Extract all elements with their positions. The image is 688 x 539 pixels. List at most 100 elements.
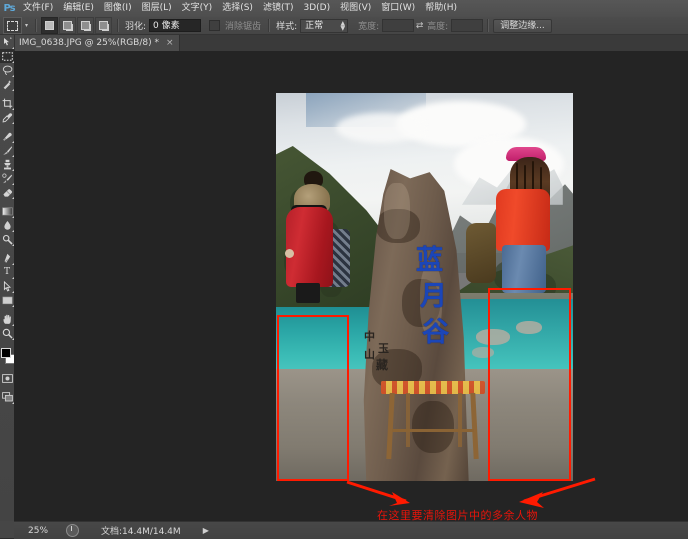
feather-input[interactable]: 0 像素 [149,19,202,32]
menu-item-file[interactable]: 文件(F) [18,0,58,17]
style-label: 样式: [276,22,298,32]
history-brush-tool[interactable] [0,171,14,185]
left-person-box [277,315,349,481]
spot-healing-brush-tool[interactable] [0,129,14,143]
stone-texture-4 [412,401,454,453]
monument-sub-glyph-2: 玉 [378,342,389,355]
style-select-value: 正常 [305,20,324,31]
cloud-3 [336,113,426,143]
crop-tool[interactable] [0,96,14,110]
monument-sub-glyph-3: 山 [364,348,375,361]
move-tool[interactable] [0,35,14,49]
selection-mode-group [41,17,113,34]
person-left [284,171,350,303]
path-selection-tool[interactable] [0,279,14,293]
subtract-from-selection-button[interactable] [77,17,94,34]
style-select[interactable]: 正常 ▲ ▼ [300,18,349,33]
document-tab-title: IMG_0638.JPG @ 25%(RGB/8) * [19,38,159,48]
options-divider [35,19,37,32]
antialias-checkbox[interactable] [209,20,221,31]
rectangular-marquee-tool[interactable] [0,49,14,63]
eyedropper-tool[interactable] [0,110,14,124]
type-tool-glyph: T [3,267,10,277]
menu-item-filter[interactable]: 滤镜(T) [258,0,299,17]
lasso-tool[interactable] [0,63,14,77]
feather-label: 羽化: [125,22,147,32]
menu-item-window[interactable]: 窗口(W) [376,0,420,17]
tool-options-bar: ▾ 羽化: 0 像素 消除锯齿 样式: 正常 ▲ ▼ 宽度: ⇄ 高度: 调整边缘… [0,17,688,35]
intersect-selection-button[interactable] [95,17,112,34]
menu-item-layer[interactable]: 图层(L) [137,0,177,17]
document-tab-strip: IMG_0638.JPG @ 25%(RGB/8) * × [14,35,688,52]
close-icon[interactable]: × [166,38,174,48]
menu-bar: Ps 文件(F) 编辑(E) 图像(I) 图层(L) 文字(Y) 选择(S) 滤… [0,0,688,18]
dog [466,223,496,283]
person-right-red-jacket [496,189,550,251]
active-tool-icon[interactable] [3,17,22,34]
brush-tool[interactable] [0,143,14,157]
menu-item-3d[interactable]: 3D(D) [298,0,335,17]
zoom-level-field[interactable]: 25% [28,526,58,536]
table-leg-4 [458,393,462,447]
quick-mask-toggle[interactable] [0,371,14,385]
quick-selection-tool[interactable] [0,77,14,91]
width-input[interactable] [382,19,415,32]
table-leg-3 [406,393,410,447]
blur-tool[interactable] [0,218,14,232]
menu-item-select[interactable]: 选择(S) [217,0,258,17]
dodge-tool[interactable] [0,232,14,246]
annotation-caption: 在这里要清除图片中的多余人物 [377,509,538,521]
chevron-updown-icon: ▲ ▼ [340,19,346,32]
tool-preset-chevron-down-icon[interactable]: ▾ [22,18,31,33]
zoom-tool[interactable] [0,326,14,340]
eraser-tool[interactable] [0,185,14,199]
right-person-box [488,288,571,481]
hand-tool[interactable] [0,312,14,326]
options-divider-4 [487,19,490,32]
person-right [466,145,556,293]
document-tab[interactable]: IMG_0638.JPG @ 25%(RGB/8) * × [14,35,180,51]
menu-item-help[interactable]: 帮助(H) [420,0,462,17]
document-size-label: 文档:14.4M/14.4M [101,527,181,537]
stone-highlight-1 [384,183,410,239]
status-expand-arrow-icon[interactable]: ▶ [203,526,209,535]
swap-dimensions-icon[interactable]: ⇄ [414,19,425,32]
menu-item-type[interactable]: 文字(Y) [177,0,218,17]
person-left-red-coat [286,207,333,287]
status-bar: 25% 文档:14.4M/14.4M ▶ [14,521,688,539]
person-left-hand [285,249,294,258]
person-right-jeans [502,245,546,293]
monument-glyph-1: 蓝 [416,245,443,276]
options-divider-3 [268,19,271,32]
gradient-tool[interactable] [0,204,14,218]
screen-mode-button[interactable] [0,390,14,404]
table-rail [392,429,474,432]
monument-glyph-2: 月 [420,281,447,312]
menu-item-view[interactable]: 视图(V) [335,0,376,17]
menu-item-image[interactable]: 图像(I) [99,0,137,17]
add-to-selection-button[interactable] [59,17,76,34]
rectangular-marquee-icon [7,20,18,31]
monument-sub-glyph-4: 藏 [376,358,389,372]
monument-sub-glyph-1: 中 [364,330,375,343]
height-label: 高度: [427,22,449,32]
height-input[interactable] [451,19,484,32]
document-info-icon[interactable] [66,524,79,537]
menu-item-edit[interactable]: 编辑(E) [58,0,99,17]
photoshop-window: Ps 文件(F) 编辑(E) 图像(I) 图层(L) 文字(Y) 选择(S) 滤… [0,0,688,539]
monument-glyph-3: 谷 [422,317,449,348]
new-selection-button[interactable] [41,17,58,34]
options-divider-2 [117,19,119,32]
clone-stamp-tool[interactable] [0,157,14,171]
right-arrow [519,477,596,508]
foreground-color-swatch[interactable] [1,348,11,358]
pen-tool[interactable] [0,251,14,265]
horizontal-type-tool[interactable]: T [0,265,14,279]
rectangle-shape-tool[interactable] [0,293,14,307]
width-label: 宽度: [358,22,380,32]
image-canvas-area[interactable]: 蓝 月 谷 中 玉 山 藏 在这里要清除图片中的多余人物 [14,51,688,521]
color-swatches[interactable] [0,348,15,366]
photoshop-logo-icon: Ps [3,3,15,14]
status-bar-corner [0,521,14,538]
refine-edge-button[interactable]: 调整边缘... [493,18,552,33]
